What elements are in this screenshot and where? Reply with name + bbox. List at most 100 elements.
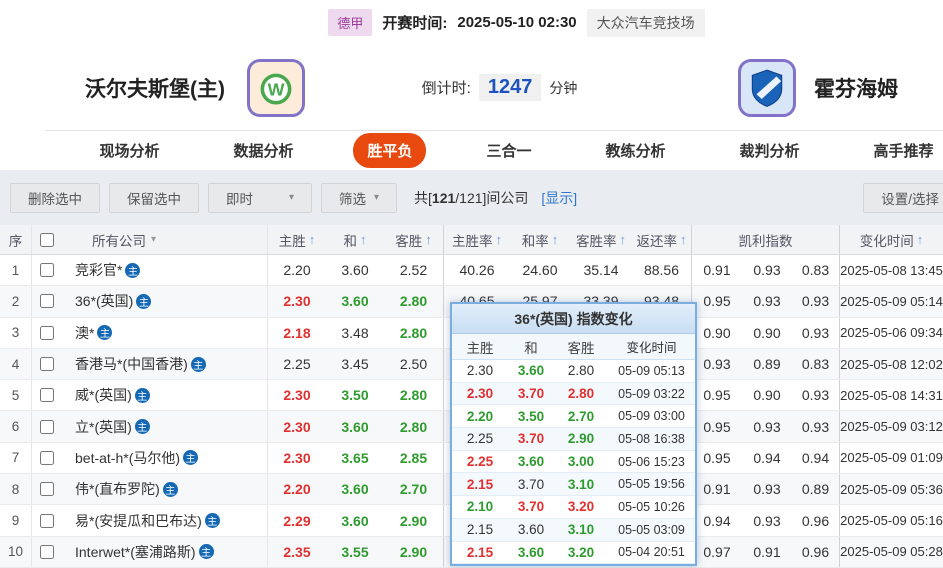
kelly-cell: 0.89 xyxy=(753,356,781,373)
company-name[interactable]: 易*(安提瓜和巴布达) xyxy=(75,511,202,531)
tab-1[interactable]: 现场分析 xyxy=(85,133,173,168)
kelly-cell: 0.93 xyxy=(753,293,781,310)
popup-odds-cell: 3.60 xyxy=(517,522,545,538)
popup-odds-cell: 2.30 xyxy=(466,363,494,379)
header-company[interactable]: 所有公司 ▾ xyxy=(62,225,268,254)
select-all-checkbox[interactable] xyxy=(40,232,54,247)
company-cell[interactable]: 香港马*(中国香港) 主 xyxy=(62,348,268,380)
odds-cell: 2.30 xyxy=(283,418,311,435)
odds-cell: 3.60 xyxy=(341,418,369,435)
row-checkbox[interactable] xyxy=(40,388,54,403)
row-seq: 4 xyxy=(0,348,32,380)
company-name[interactable]: 立*(英国) xyxy=(75,417,132,437)
change-time-cell: 2025-05-08 13:45 xyxy=(840,262,943,278)
kelly-cell: 0.95 xyxy=(703,387,731,404)
row-checkbox[interactable] xyxy=(40,450,54,465)
header-home-rate[interactable]: 主胜率 ↑ xyxy=(444,225,510,254)
row-checkbox[interactable] xyxy=(40,513,54,528)
company-name[interactable]: 伟*(直布罗陀) xyxy=(75,479,160,499)
header-away-odds[interactable]: 客胜 ↑ xyxy=(384,225,444,254)
row-checkbox[interactable] xyxy=(40,325,54,340)
odds-cell: 3.60 xyxy=(341,481,369,498)
popup-row: 2.20 3.50 2.70 05-09 03:00 xyxy=(452,405,695,429)
company-cell[interactable]: 竞彩官* 主 xyxy=(62,255,268,286)
odds-cell: 2.80 xyxy=(384,317,444,348)
company-name[interactable]: Interwet*(塞浦路斯) xyxy=(75,542,196,562)
header-select-all xyxy=(32,225,62,254)
popup-odds-cell: 2.80 xyxy=(567,363,595,379)
rate-cell: 40.26 xyxy=(459,262,495,279)
row-checkbox[interactable] xyxy=(40,544,54,559)
header-home-odds[interactable]: 主胜 ↑ xyxy=(268,225,326,254)
popup-odds-cell: 2.70 xyxy=(567,408,595,424)
company-cell[interactable]: 澳* 主 xyxy=(62,317,268,348)
kelly-cell: 0.95 xyxy=(703,449,731,466)
row-seq: 3 xyxy=(0,317,32,348)
popup-header-time: 变化时间 xyxy=(626,341,677,355)
company-name[interactable]: 澳* xyxy=(75,323,94,343)
header-draw-rate[interactable]: 和率 ↑ xyxy=(510,225,570,254)
kickoff-label: 开赛时间: xyxy=(382,15,448,32)
chevron-down-icon: ▾ xyxy=(151,234,157,245)
countdown-unit: 分钟 xyxy=(549,79,578,96)
odds-cell: 2.90 xyxy=(384,505,444,536)
odds-cell: 2.18 xyxy=(283,324,311,341)
popup-odds-cell: 3.10 xyxy=(567,522,595,538)
settings-select-button[interactable]: 设置/选择 xyxy=(863,182,943,213)
company-name[interactable]: 威*(英国) xyxy=(75,385,132,405)
odds-cell: 3.60 xyxy=(341,293,369,310)
row-checkbox[interactable] xyxy=(40,482,54,497)
company-cell[interactable]: Interwet*(塞浦路斯) 主 xyxy=(62,536,268,567)
popup-time-cell: 05-09 03:00 xyxy=(618,409,685,424)
header-draw-odds[interactable]: 和 ↑ xyxy=(326,225,384,254)
company-cell[interactable]: 威*(英国) 主 xyxy=(62,380,268,411)
sort-asc-icon: ↑ xyxy=(916,232,924,247)
tab-3[interactable]: 胜平负 xyxy=(353,133,427,168)
row-checkbox[interactable] xyxy=(40,357,54,372)
kelly-cell: 0.90 xyxy=(753,387,781,404)
change-time-cell: 2025-05-09 05:16 xyxy=(840,513,943,529)
row-checkbox-cell xyxy=(32,380,62,410)
popup-odds-cell: 3.70 xyxy=(517,476,545,492)
company-cell[interactable]: bet-at-h*(马尔他) 主 xyxy=(62,442,268,474)
home-badge-icon: 主 xyxy=(190,356,206,372)
row-checkbox[interactable] xyxy=(40,419,54,434)
company-cell[interactable]: 立*(英国) 主 xyxy=(62,411,268,442)
header-away-rate[interactable]: 客胜率 ↑ xyxy=(570,225,632,254)
header-return-rate[interactable]: 返还率 ↑ xyxy=(632,225,692,254)
filter-dropdown[interactable]: 筛选 ▾ xyxy=(321,182,398,213)
row-checkbox-cell xyxy=(32,411,62,441)
company-cell[interactable]: 伟*(直布罗陀) 主 xyxy=(62,474,268,505)
row-checkbox[interactable] xyxy=(40,294,54,309)
tab-6[interactable]: 裁判分析 xyxy=(726,133,814,168)
keep-selected-button[interactable]: 保留选中 xyxy=(109,182,199,213)
row-seq: 2 xyxy=(0,286,32,317)
tab-4[interactable]: 三合一 xyxy=(472,133,545,168)
delete-selected-button[interactable]: 删除选中 xyxy=(10,182,100,213)
tab-5[interactable]: 教练分析 xyxy=(592,133,680,168)
popup-odds-cell: 2.30 xyxy=(466,386,494,402)
company-cell[interactable]: 36*(英国) 主 xyxy=(62,286,268,317)
company-name[interactable]: 竞彩官* xyxy=(75,260,122,280)
show-link[interactable]: [显示] xyxy=(541,188,577,208)
change-time-cell: 2025-05-08 14:31 xyxy=(840,387,943,403)
odds-cell: 3.60 xyxy=(341,512,369,529)
home-team-logo-icon: W xyxy=(247,58,305,117)
countdown: 倒计时: 1247 分钟 xyxy=(422,74,578,101)
row-seq: 5 xyxy=(0,380,32,411)
company-cell[interactable]: 易*(安提瓜和巴布达) 主 xyxy=(62,505,268,536)
odds-mode-dropdown[interactable]: 即时 ▾ xyxy=(208,182,312,213)
popup-odds-cell: 3.10 xyxy=(567,476,595,492)
tab-7[interactable]: 高手推荐 xyxy=(860,133,943,168)
row-checkbox[interactable] xyxy=(40,263,54,278)
kelly-cell: 0.97 xyxy=(703,543,731,560)
odds-change-popup: 36*(英国) 指数变化 主胜 和 客胜 变化时间 2.30 3.60 2.80 05… xyxy=(450,302,697,567)
tab-2[interactable]: 数据分析 xyxy=(219,133,307,168)
change-time-cell: 2025-05-09 05:28 xyxy=(840,544,943,560)
company-name[interactable]: 香港马*(中国香港) xyxy=(75,354,188,374)
company-name[interactable]: bet-at-h*(马尔他) xyxy=(75,448,180,468)
away-team-logo-icon xyxy=(738,58,796,117)
header-change-time[interactable]: 变化时间 ↑ xyxy=(840,225,943,254)
kelly-cell: 0.89 xyxy=(792,474,840,505)
company-name[interactable]: 36*(英国) xyxy=(75,291,133,311)
